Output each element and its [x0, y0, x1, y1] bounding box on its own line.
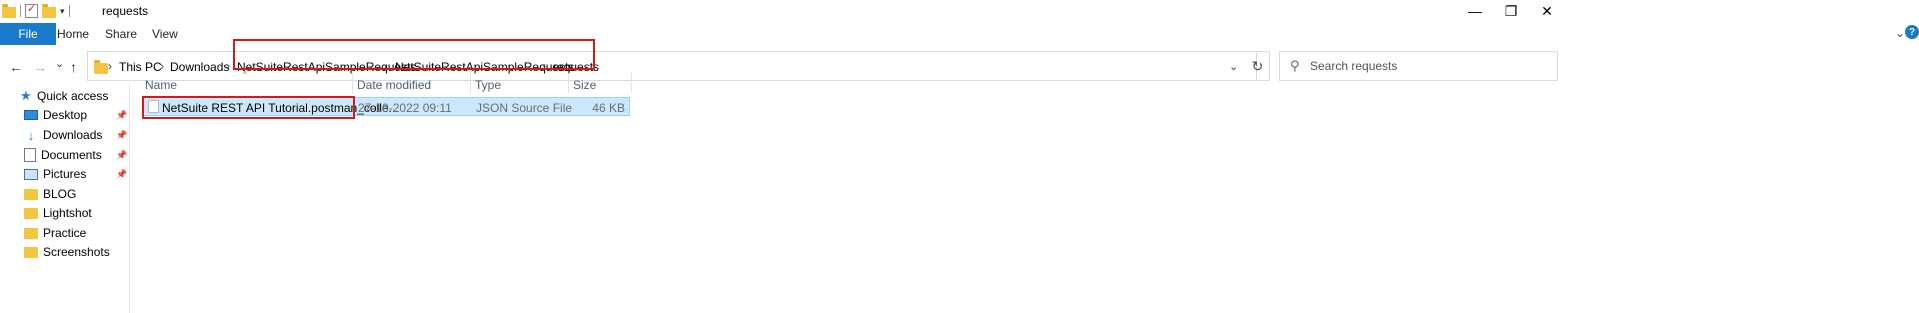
forward-button[interactable]: →	[33, 59, 47, 75]
customize-toolbar-icon[interactable]: ▾	[60, 6, 65, 17]
properties-icon[interactable]	[25, 2, 38, 18]
tab-view[interactable]: View	[152, 27, 178, 41]
tab-share[interactable]: Share	[105, 27, 137, 41]
sidebar-item-label: Documents	[41, 148, 102, 162]
title-bar: ▾ requests — ❐ ✕	[0, 0, 1919, 23]
column-header-size[interactable]: Size	[573, 78, 596, 92]
column-divider[interactable]	[352, 73, 353, 93]
sidebar-item-lightshot[interactable]: Lightshot	[24, 204, 130, 222]
breadcrumb-separator[interactable]: ›	[108, 59, 112, 73]
close-button[interactable]: ✕	[1524, 0, 1570, 22]
search-box[interactable]: ⚲	[1279, 51, 1558, 81]
breadcrumb-this-pc[interactable]: This PC	[119, 60, 162, 74]
quick-access-toolbar: ▾	[2, 2, 70, 19]
sidebar-item-blog[interactable]: BLOG	[24, 185, 130, 203]
sidebar-item-label: Downloads	[43, 128, 103, 142]
file-type: JSON Source File	[476, 101, 573, 115]
divider	[68, 5, 70, 17]
column-divider[interactable]	[568, 73, 569, 93]
breadcrumb-downloads[interactable]: Downloads	[170, 60, 229, 74]
search-input[interactable]	[1310, 59, 1550, 73]
star-icon: ★	[20, 88, 32, 103]
sidebar-item-pictures[interactable]: Pictures	[24, 165, 130, 183]
pin-icon[interactable]: 📌	[116, 169, 127, 180]
sidebar-item-label: Quick access	[37, 89, 109, 103]
folder-icon	[2, 3, 16, 18]
column-divider[interactable]	[631, 73, 632, 93]
navigation-pane: ★ Quick access Desktop ↓ Downloads Docum…	[0, 84, 130, 313]
folder-icon	[24, 246, 38, 258]
pin-icon[interactable]: 📌	[116, 150, 127, 161]
download-icon: ↓	[27, 127, 35, 143]
pin-icon[interactable]: 📌	[116, 110, 127, 121]
column-header-date-modified[interactable]: Date modified	[357, 78, 431, 92]
recent-locations-button[interactable]: ⌄	[55, 57, 64, 70]
folder-icon	[24, 207, 38, 219]
sidebar-item-documents[interactable]: Documents	[24, 146, 130, 164]
pictures-icon	[24, 168, 38, 180]
pin-icon[interactable]: 📌	[116, 130, 127, 141]
help-icon[interactable]: ?	[1905, 25, 1919, 39]
window-title: requests	[102, 4, 149, 18]
desktop-icon	[24, 110, 38, 120]
folder-icon	[24, 227, 38, 239]
sidebar-item-quick-access[interactable]: ★ Quick access	[20, 87, 130, 105]
address-history-dropdown[interactable]: ⌄	[1229, 60, 1238, 73]
file-highlight-box	[142, 96, 355, 119]
expand-ribbon-icon[interactable]: ⌄	[1895, 26, 1905, 40]
column-header-type[interactable]: Type	[475, 78, 501, 92]
breadcrumb-separator[interactable]: ›	[160, 59, 164, 73]
divider	[20, 5, 21, 17]
folder-icon	[94, 60, 108, 74]
tab-home[interactable]: Home	[57, 27, 89, 41]
tab-file[interactable]: File	[0, 23, 56, 45]
sidebar-item-label: Pictures	[43, 167, 87, 181]
sidebar-item-desktop[interactable]: Desktop	[24, 106, 130, 124]
refresh-button[interactable]: ↻	[1246, 51, 1270, 81]
column-divider[interactable]	[470, 73, 471, 93]
sidebar-item-label: BLOG	[43, 187, 77, 201]
file-size: 46 KB	[592, 101, 625, 115]
column-headers: Name Date modified Type Size	[140, 73, 632, 93]
documents-icon	[24, 148, 36, 162]
breadcrumb-separator[interactable]: ›	[226, 59, 230, 73]
sidebar-item-practice[interactable]: Practice	[24, 224, 130, 242]
column-header-name[interactable]: Name	[145, 78, 177, 92]
sidebar-item-downloads[interactable]: ↓ Downloads	[24, 126, 130, 144]
up-button[interactable]: ↑	[70, 59, 77, 75]
address-highlight-box	[233, 39, 595, 70]
back-button[interactable]: ←	[9, 59, 23, 75]
search-icon: ⚲	[1290, 58, 1300, 73]
sidebar-item-label: Practice	[43, 226, 87, 240]
sidebar-item-screenshots[interactable]: Screenshots	[24, 243, 130, 261]
sidebar-item-label: Desktop	[43, 108, 88, 122]
folder-icon	[24, 188, 38, 200]
new-folder-icon[interactable]	[42, 3, 56, 18]
sidebar-item-label: Screenshots	[43, 245, 110, 259]
file-date-modified: 27-10-2022 09:11	[358, 101, 452, 115]
sidebar-item-label: Lightshot	[43, 206, 92, 220]
